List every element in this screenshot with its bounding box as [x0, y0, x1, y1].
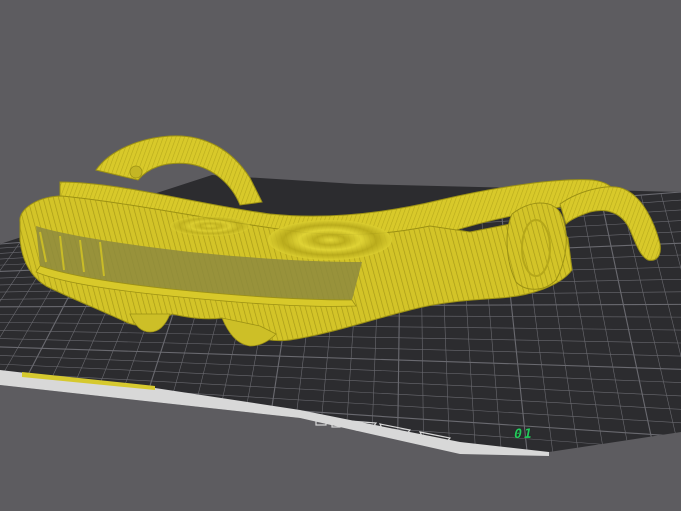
3d-viewport[interactable]: 01: [0, 0, 681, 511]
model-layer-ripple: [268, 220, 392, 260]
scene-canvas[interactable]: [0, 0, 681, 511]
plate-number-label: 01: [512, 426, 536, 443]
